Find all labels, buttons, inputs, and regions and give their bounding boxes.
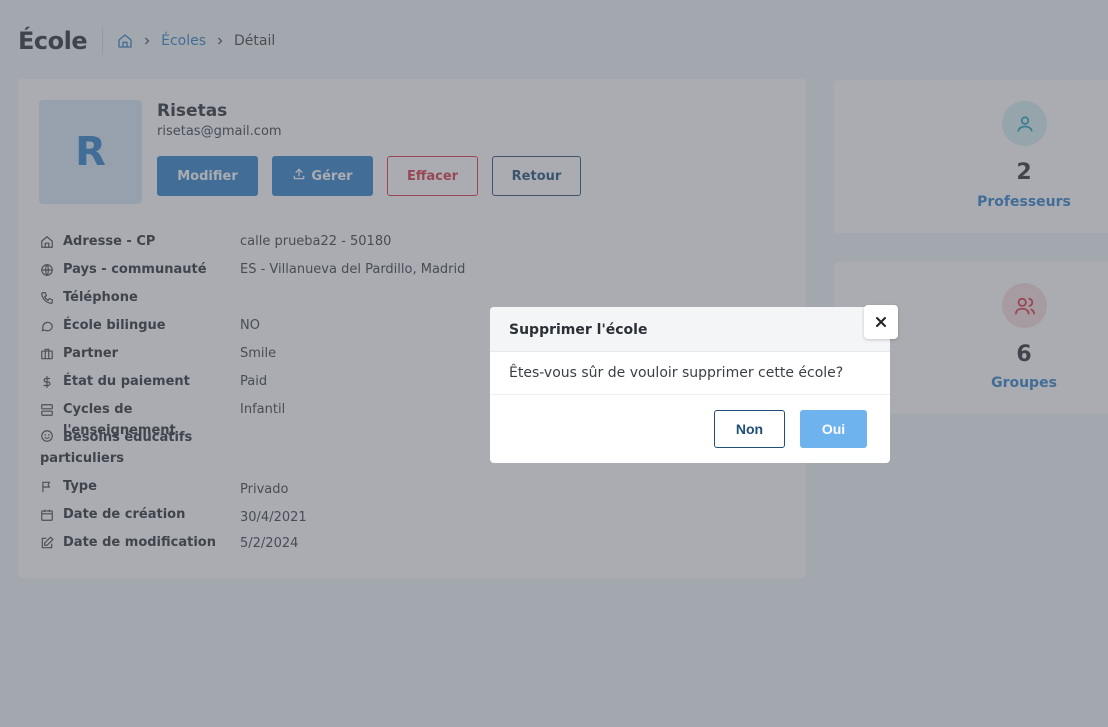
modal-message: Êtes-vous sûr de vouloir supprimer cette… bbox=[490, 352, 890, 395]
modal-footer: Non Oui bbox=[714, 410, 867, 448]
no-button[interactable]: Non bbox=[714, 410, 785, 448]
delete-confirm-modal: Supprimer l'école Êtes-vous sûr de voulo… bbox=[490, 307, 890, 463]
close-icon[interactable] bbox=[864, 305, 898, 339]
modal-title: Supprimer l'école bbox=[490, 307, 890, 352]
yes-button[interactable]: Oui bbox=[800, 410, 867, 448]
